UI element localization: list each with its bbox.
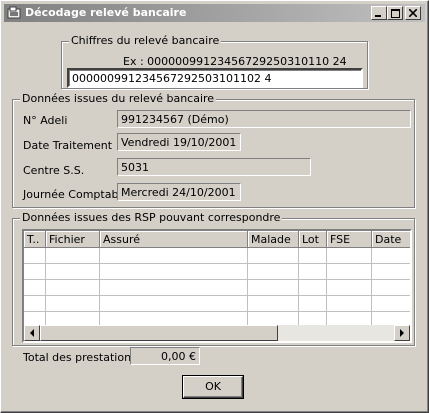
scroll-left-button[interactable] — [24, 325, 40, 341]
scroll-right-button[interactable] — [394, 325, 410, 341]
window-title: Décodage relevé bancaire — [25, 6, 187, 19]
grid-line — [24, 311, 410, 312]
centre-label: Centre S.S. — [23, 164, 85, 177]
close-button[interactable] — [405, 6, 421, 20]
col-header-type[interactable]: T.. — [24, 231, 46, 248]
maximize-icon — [390, 8, 400, 18]
arrow-right-icon — [400, 329, 404, 337]
grid-line — [24, 263, 410, 264]
group-donnees-label: Données issues du relevé bancaire — [20, 92, 217, 105]
col-header-date[interactable]: Date — [372, 231, 410, 248]
col-header-fse[interactable]: FSE — [327, 231, 372, 248]
journee-field: Mercredi 24/10/2001 — [117, 183, 241, 201]
col-header-lot[interactable]: Lot — [299, 231, 327, 248]
ok-button[interactable]: OK — [182, 375, 244, 399]
example-text: Ex : 00000099123456729250310110 24 — [123, 55, 347, 68]
total-field: 0,00 € — [130, 347, 200, 365]
col-header-fichier[interactable]: Fichier — [46, 231, 100, 248]
minimize-icon — [375, 15, 381, 17]
horizontal-scrollbar[interactable] — [24, 325, 410, 341]
grid-line — [371, 248, 372, 326]
app-icon — [7, 6, 21, 20]
grid-header: T.. Fichier Assuré Malade Lot FSE Date — [24, 231, 410, 248]
chiffres-input[interactable]: 000000991234567292503101102 4 — [67, 68, 363, 88]
adeli-field: 991234567 (Démo) — [117, 110, 411, 128]
grid-line — [326, 248, 327, 326]
grid-line — [99, 248, 100, 326]
grid-line — [45, 248, 46, 326]
grid-line — [298, 248, 299, 326]
group-chiffres-label: Chiffres du relevé bancaire — [69, 34, 222, 47]
minimize-button[interactable] — [371, 6, 387, 20]
group-rsp-label: Données issues des RSP pouvant correspon… — [20, 211, 283, 224]
grid-line — [247, 248, 248, 326]
centre-field: 5031 — [117, 158, 311, 176]
date-traitement-field: Vendredi 19/10/2001 — [117, 133, 241, 151]
date-traitement-label: Date Traitement — [23, 139, 113, 152]
rsp-grid[interactable]: T.. Fichier Assuré Malade Lot FSE Date — [22, 229, 412, 343]
maximize-button[interactable] — [387, 6, 403, 20]
adeli-label: N° Adeli — [23, 114, 68, 127]
close-icon — [409, 9, 417, 17]
col-header-malade[interactable]: Malade — [248, 231, 299, 248]
title-bar: Décodage relevé bancaire — [4, 4, 425, 22]
dialog-window: Décodage relevé bancaire Chiffres du rel… — [0, 0, 429, 413]
grid-line — [24, 295, 410, 296]
journee-label: Journée Comptable — [23, 188, 129, 201]
arrow-left-icon — [30, 329, 34, 337]
grid-body[interactable] — [24, 248, 410, 326]
col-header-assure[interactable]: Assuré — [100, 231, 248, 248]
grid-line — [24, 279, 410, 280]
scroll-thumb[interactable] — [40, 325, 278, 341]
total-label: Total des prestations — [23, 351, 137, 364]
